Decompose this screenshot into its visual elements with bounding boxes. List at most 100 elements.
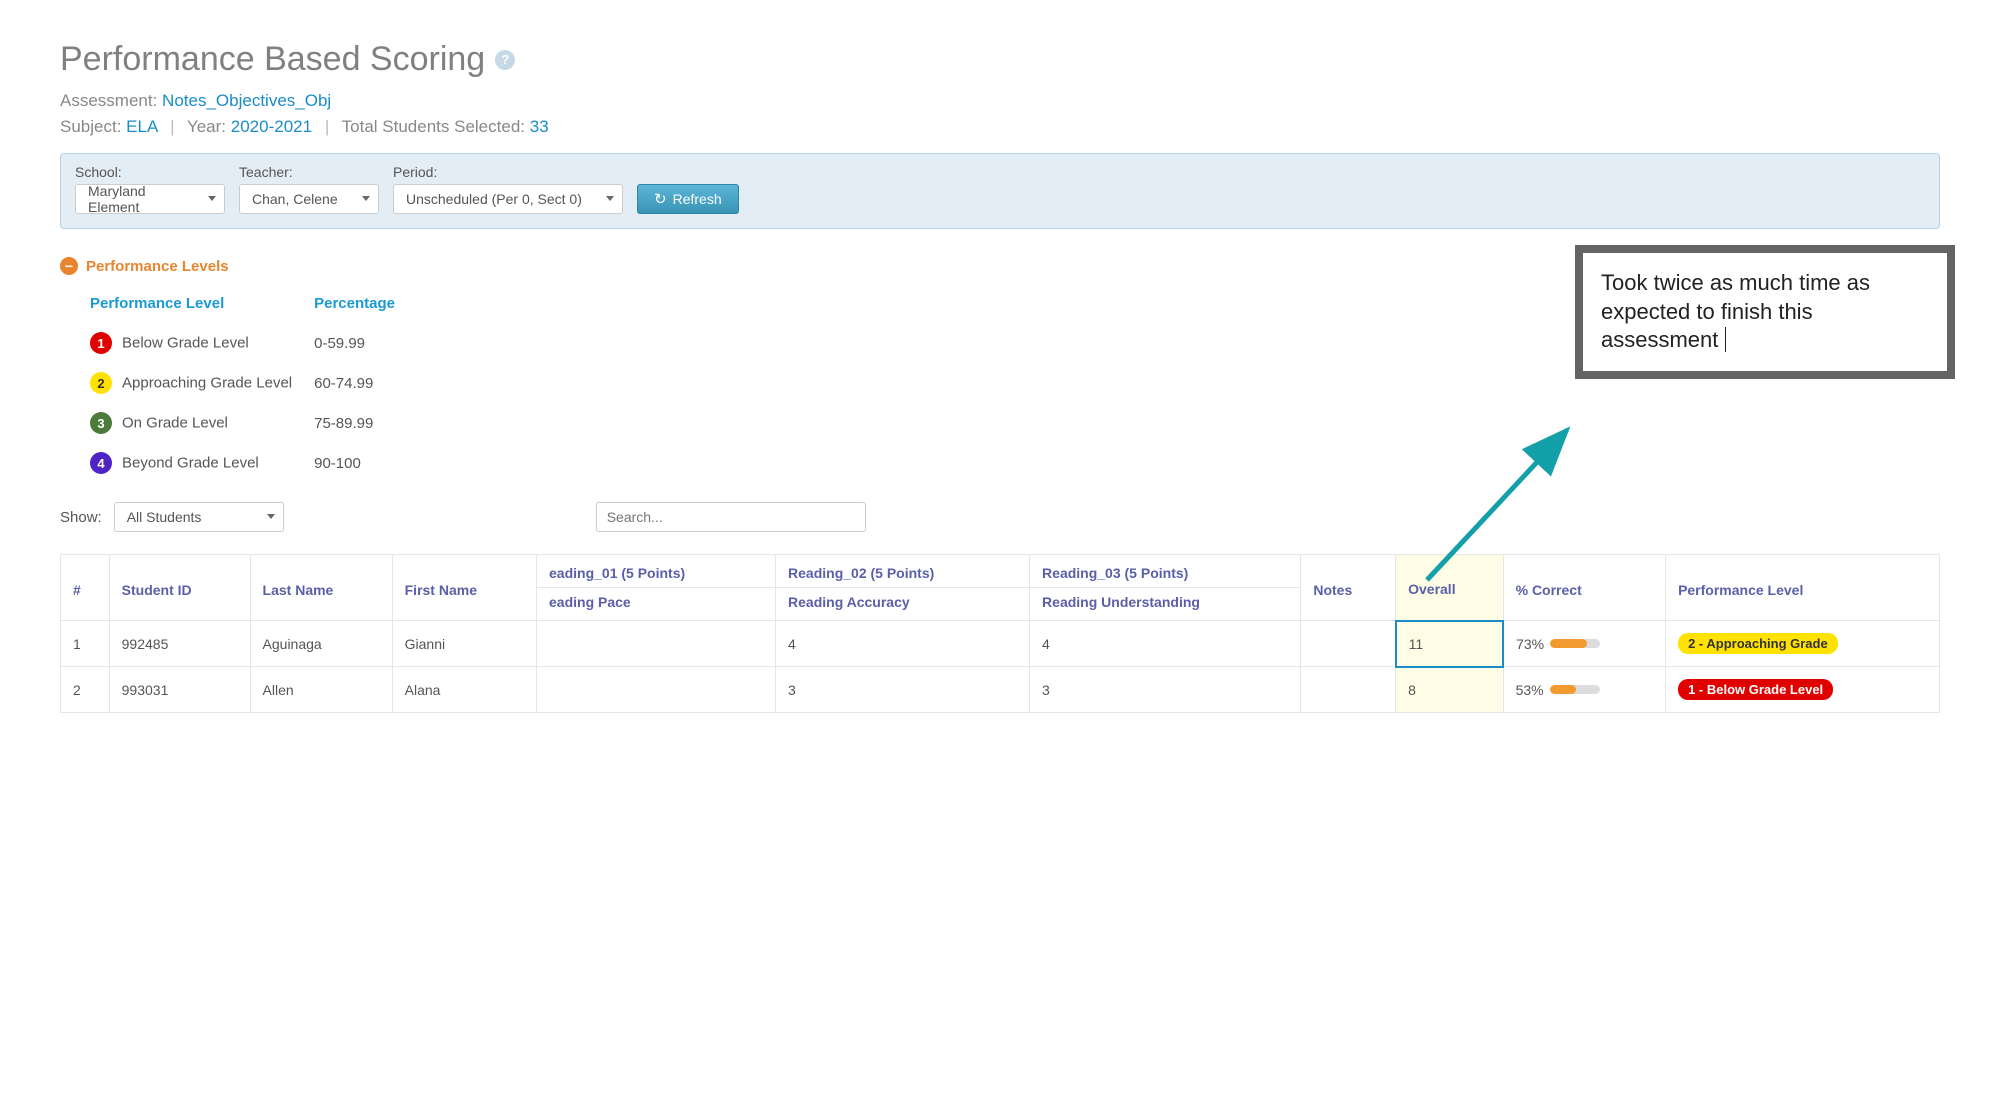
refresh-button[interactable]: Refresh bbox=[637, 184, 739, 214]
level-name: Approaching Grade Level bbox=[122, 375, 292, 392]
students-value[interactable]: 33 bbox=[530, 117, 549, 136]
refresh-icon bbox=[654, 190, 667, 208]
school-label: School: bbox=[75, 164, 225, 180]
cell-reading-03[interactable]: 3 bbox=[1030, 667, 1301, 713]
meta-line: Subject: ELA | Year: 2020-2021 | Total S… bbox=[60, 117, 1940, 137]
perf-level-pill: 1 - Below Grade Level bbox=[1678, 679, 1833, 700]
col-last-name[interactable]: Last Name bbox=[250, 555, 392, 621]
cell-overall[interactable]: 8 bbox=[1396, 667, 1504, 713]
col-student-id[interactable]: Student ID bbox=[109, 555, 250, 621]
teacher-value: Chan, Celene bbox=[252, 191, 338, 207]
students-label: Total Students Selected: bbox=[342, 117, 525, 136]
year-value[interactable]: 2020-2021 bbox=[231, 117, 312, 136]
year-label: Year: bbox=[187, 117, 226, 136]
level-name: Beyond Grade Level bbox=[122, 455, 259, 472]
level-name: Below Grade Level bbox=[122, 335, 249, 352]
cell-first-name: Alana bbox=[392, 667, 536, 713]
show-label: Show: bbox=[60, 509, 102, 526]
period-value: Unscheduled (Per 0, Sect 0) bbox=[406, 191, 582, 207]
col-reading-03-sub: Reading Understanding bbox=[1030, 588, 1301, 621]
subject-value[interactable]: ELA bbox=[126, 117, 157, 136]
refresh-label: Refresh bbox=[673, 191, 722, 207]
level-row: 4 Beyond Grade Level 90-100 bbox=[90, 444, 415, 482]
level-badge-icon: 4 bbox=[90, 452, 112, 474]
level-pct: 90-100 bbox=[314, 444, 415, 482]
table-row: 1 992485 Aguinaga Gianni 4 4 11 73% 2 - … bbox=[61, 621, 1940, 667]
cell-num: 2 bbox=[61, 667, 110, 713]
col-reading-02-top: Reading_02 (5 Points) bbox=[776, 555, 1030, 588]
filter-bar: School: Maryland Element Teacher: Chan, … bbox=[60, 153, 1940, 229]
period-label: Period: bbox=[393, 164, 623, 180]
level-pct: 75-89.99 bbox=[314, 404, 415, 442]
cell-notes[interactable] bbox=[1301, 621, 1396, 667]
cell-reading-02[interactable]: 4 bbox=[776, 621, 1030, 667]
school-dropdown[interactable]: Maryland Element bbox=[75, 184, 225, 214]
level-row: 2 Approaching Grade Level 60-74.99 bbox=[90, 364, 415, 402]
cell-student-id: 992485 bbox=[109, 621, 250, 667]
cell-pct: 73% bbox=[1503, 621, 1665, 667]
col-first-name[interactable]: First Name bbox=[392, 555, 536, 621]
level-badge-icon: 3 bbox=[90, 412, 112, 434]
student-data-table: # Student ID Last Name First Name eading… bbox=[60, 554, 1940, 713]
table-row: 2 993031 Allen Alana 3 3 8 53% 1 - Below… bbox=[61, 667, 1940, 713]
cell-num: 1 bbox=[61, 621, 110, 667]
period-dropdown[interactable]: Unscheduled (Per 0, Sect 0) bbox=[393, 184, 623, 214]
caret-down-icon bbox=[362, 196, 370, 201]
assessment-line: Assessment: Notes_Objectives_Obj bbox=[60, 91, 1940, 111]
col-reading-03-top: Reading_03 (5 Points) bbox=[1030, 555, 1301, 588]
cell-reading-01[interactable] bbox=[537, 667, 776, 713]
caret-down-icon bbox=[606, 196, 614, 201]
cell-last-name: Aguinaga bbox=[250, 621, 392, 667]
note-callout[interactable]: Took twice as much time as expected to f… bbox=[1575, 245, 1955, 379]
level-pct: 60-74.99 bbox=[314, 364, 415, 402]
minus-icon: − bbox=[60, 257, 78, 275]
col-reading-02-sub: Reading Accuracy bbox=[776, 588, 1030, 621]
perf-level-pill: 2 - Approaching Grade bbox=[1678, 633, 1838, 654]
teacher-label: Teacher: bbox=[239, 164, 379, 180]
subject-label: Subject: bbox=[60, 117, 121, 136]
col-num[interactable]: # bbox=[61, 555, 110, 621]
col-perf-level[interactable]: Performance Level bbox=[1666, 555, 1940, 621]
level-row: 3 On Grade Level 75-89.99 bbox=[90, 404, 415, 442]
caret-down-icon bbox=[208, 196, 216, 201]
school-value: Maryland Element bbox=[88, 183, 198, 215]
level-name: On Grade Level bbox=[122, 415, 228, 432]
pct-text: 53% bbox=[1516, 682, 1544, 698]
pct-text: 73% bbox=[1516, 636, 1544, 652]
show-value: All Students bbox=[127, 509, 202, 525]
help-icon[interactable]: ? bbox=[495, 50, 515, 70]
cell-reading-02[interactable]: 3 bbox=[776, 667, 1030, 713]
cell-reading-01[interactable] bbox=[537, 621, 776, 667]
col-notes[interactable]: Notes bbox=[1301, 555, 1396, 621]
assessment-value[interactable]: Notes_Objectives_Obj bbox=[162, 91, 331, 110]
progress-bar bbox=[1550, 639, 1600, 648]
level-row: 1 Below Grade Level 0-59.99 bbox=[90, 324, 415, 362]
level-badge-icon: 1 bbox=[90, 332, 112, 354]
text-cursor-icon bbox=[1718, 327, 1725, 352]
callout-text: Took twice as much time as expected to f… bbox=[1601, 270, 1870, 352]
show-dropdown[interactable]: All Students bbox=[114, 502, 284, 532]
cell-pct: 53% bbox=[1503, 667, 1665, 713]
col-reading-01-sub: eading Pace bbox=[537, 588, 776, 621]
level-pct: 0-59.99 bbox=[314, 324, 415, 362]
cell-first-name: Gianni bbox=[392, 621, 536, 667]
cell-last-name: Allen bbox=[250, 667, 392, 713]
col-reading-01-top: eading_01 (5 Points) bbox=[537, 555, 776, 588]
assessment-label: Assessment: bbox=[60, 91, 157, 110]
section-title: Performance Levels bbox=[86, 258, 229, 275]
levels-header-pct: Percentage bbox=[314, 289, 415, 322]
levels-header-level: Performance Level bbox=[90, 289, 312, 322]
col-pct-correct[interactable]: % Correct bbox=[1503, 555, 1665, 621]
caret-down-icon bbox=[267, 514, 275, 519]
cell-notes[interactable] bbox=[1301, 667, 1396, 713]
performance-levels-table: Performance Level Percentage 1 Below Grad… bbox=[88, 287, 417, 484]
cell-overall[interactable]: 11 bbox=[1396, 621, 1504, 667]
level-badge-icon: 2 bbox=[90, 372, 112, 394]
search-input[interactable] bbox=[596, 502, 866, 532]
teacher-dropdown[interactable]: Chan, Celene bbox=[239, 184, 379, 214]
col-overall[interactable]: Overall bbox=[1396, 555, 1504, 621]
cell-reading-03[interactable]: 4 bbox=[1030, 621, 1301, 667]
page-title: Performance Based Scoring bbox=[60, 40, 485, 79]
cell-perf-level: 1 - Below Grade Level bbox=[1666, 667, 1940, 713]
cell-perf-level: 2 - Approaching Grade bbox=[1666, 621, 1940, 667]
